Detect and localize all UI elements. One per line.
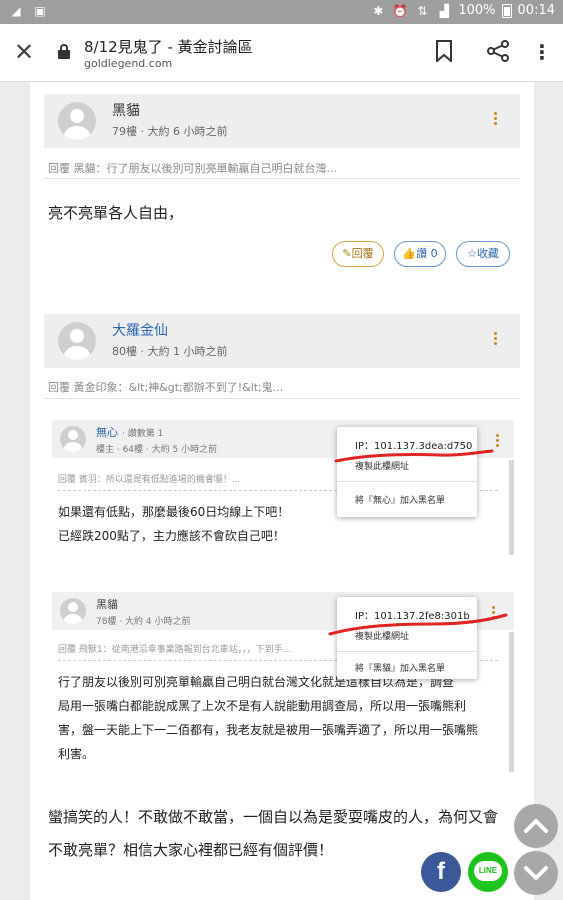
post-body: 亮不亮單各人自由， — [48, 204, 184, 222]
quoted-reply-reference: 回覆 賓羽：所以還是有低點進場的機會囉！... — [58, 475, 241, 485]
more-options-icon[interactable]: ⋮ — [532, 42, 552, 64]
reply-reference[interactable]: 回覆 黑貓：行了朋友以後別可別亮單輸贏自己明白就台灣... — [48, 160, 337, 176]
ip-address: IP：101.137.2fe8:301b — [355, 611, 470, 622]
divider — [337, 651, 477, 652]
quoted-menu-icon[interactable] — [494, 434, 500, 450]
quoted-badge: ‧ 讚數第 1 — [122, 429, 164, 439]
network-icon: ⇅ — [417, 3, 428, 18]
post-time: 大約 1 小時之前 — [147, 345, 228, 358]
quoted-line: 局用一張嘴白都能說成黑了上次不是有人說能動用調查局，所以用一張嘴熊利 — [58, 699, 467, 713]
bluetooth-icon: ✱ — [373, 3, 384, 18]
battery-percent: 100% — [458, 3, 496, 18]
star-icon: ☆ — [467, 247, 477, 260]
post-floor: 80樓 — [112, 345, 137, 358]
divider — [44, 178, 520, 179]
post-menu-icon[interactable] — [492, 112, 498, 128]
post-body: 蠻搞笑的人！不敢做不敢當，一個自以為是愛耍嘴皮的人，為何又會 — [48, 808, 499, 826]
quoted-author[interactable]: 無心 — [96, 424, 118, 440]
quoted-meta: 78樓 ‧ 大約 4 小時之前 — [96, 617, 191, 627]
favorite-button[interactable]: ☆收藏 — [456, 241, 510, 267]
cell-signal-icon: ▟ — [439, 3, 449, 18]
page-title: 8/12見鬼了 - 黃金討論區 — [84, 38, 253, 56]
post-floor: 79樓 — [112, 125, 137, 138]
divider — [337, 481, 477, 482]
thread-page: 黑貓 79樓 ‧ 大約 6 小時之前 回覆 黑貓：行了朋友以後別可別亮單輸贏自己… — [30, 82, 534, 900]
status-bar: ◢ ▣ ✱ ⏰ ⇅ ▟ 100% 00:14 — [0, 0, 563, 24]
avatar[interactable] — [58, 322, 96, 360]
avatar[interactable] — [58, 102, 96, 140]
quoted-line: 利害。 — [58, 747, 95, 761]
quoted-author[interactable]: 黑貓 — [96, 596, 118, 612]
close-icon[interactable]: ✕ — [12, 40, 36, 64]
quoted-line: 害，盤一天能上下一二佰都有，我老友就是被用一張嘴弄適了，所以用一張嘴熊 — [58, 723, 479, 737]
copy-link-item[interactable]: 複製此樓網址 — [355, 459, 409, 472]
thumbs-up-icon: 👍 — [402, 247, 417, 260]
scroll-up-button[interactable] — [514, 804, 558, 848]
avatar — [60, 426, 86, 452]
scrollbar[interactable] — [509, 632, 514, 772]
pencil-icon: ✎ — [342, 247, 352, 260]
post-author[interactable]: 黑貓 — [112, 100, 140, 120]
post-menu-icon[interactable] — [492, 332, 498, 348]
copy-link-item[interactable]: 複製此樓網址 — [355, 629, 409, 642]
avatar — [60, 598, 86, 624]
facebook-share-button[interactable]: f — [421, 852, 461, 892]
chevron-down-icon — [524, 866, 548, 880]
quoted-line: 如果還有低點，那麼最後60日均線上下吧！ — [58, 505, 290, 519]
ip-address: IP：101.137.3dea:d750 — [355, 441, 473, 452]
image-icon: ▣ — [34, 4, 46, 18]
post-meta: 79樓 ‧ 大約 6 小時之前 — [112, 125, 228, 138]
lock-icon — [58, 44, 70, 59]
line-share-button[interactable]: LINE — [468, 852, 508, 892]
context-menu: IP：101.137.3dea:d750 複製此樓網址 將『無心』加入黑名單 — [337, 427, 477, 517]
divider — [44, 398, 520, 399]
page-url: goldlegend.com — [84, 57, 173, 70]
post-author[interactable]: 大羅金仙 — [112, 320, 168, 340]
quoted-line: 已經跌200點了，主力應該不會砍自己吧！ — [58, 529, 285, 543]
facebook-icon: f — [437, 858, 445, 885]
signal-bars-icon: ◢ — [11, 4, 21, 18]
scroll-down-button[interactable] — [514, 851, 558, 895]
quoted-reply-reference: 回覆 飛獸1：從南港沿幸事業路報到台北車站，，，下到手... — [58, 645, 292, 655]
post-header: 大羅金仙 80樓 ‧ 大約 1 小時之前 — [44, 314, 520, 368]
chevron-up-icon — [524, 819, 548, 833]
battery-icon — [501, 3, 512, 18]
alarm-icon: ⏰ — [392, 3, 408, 18]
browser-toolbar: ✕ 8/12見鬼了 - 黃金討論區 goldlegend.com ⋮ — [0, 24, 563, 82]
clock: 00:14 — [517, 3, 555, 18]
quoted-menu-icon[interactable] — [490, 606, 496, 622]
line-icon: LINE — [474, 861, 502, 881]
post-body: 不敢亮單？相信大家心裡都已經有個評價！ — [48, 841, 334, 859]
reply-reference[interactable]: 回覆 黃金印象：&lt;神&gt;都辦不到了!&lt;鬼... — [48, 379, 283, 395]
reply-button[interactable]: ✎回覆 — [332, 241, 384, 267]
share-icon[interactable] — [486, 39, 510, 63]
post-header: 黑貓 79樓 ‧ 大約 6 小時之前 — [44, 94, 520, 148]
blacklist-item[interactable]: 將『無心』加入黑名單 — [355, 493, 445, 506]
like-button[interactable]: 👍讚 0 — [394, 241, 446, 267]
bookmark-icon[interactable] — [435, 40, 453, 62]
scrollbar[interactable] — [509, 460, 514, 555]
quoted-meta: 樓主 ‧ 64樓 ‧ 大約 5 小時之前 — [96, 445, 218, 455]
post-time: 大約 6 小時之前 — [147, 125, 228, 138]
post-meta: 80樓 ‧ 大約 1 小時之前 — [112, 345, 228, 358]
blacklist-item[interactable]: 將『黑貓』加入黑名單 — [355, 661, 445, 674]
context-menu: IP：101.137.2fe8:301b 複製此樓網址 將『黑貓』加入黑名單 — [337, 597, 477, 679]
